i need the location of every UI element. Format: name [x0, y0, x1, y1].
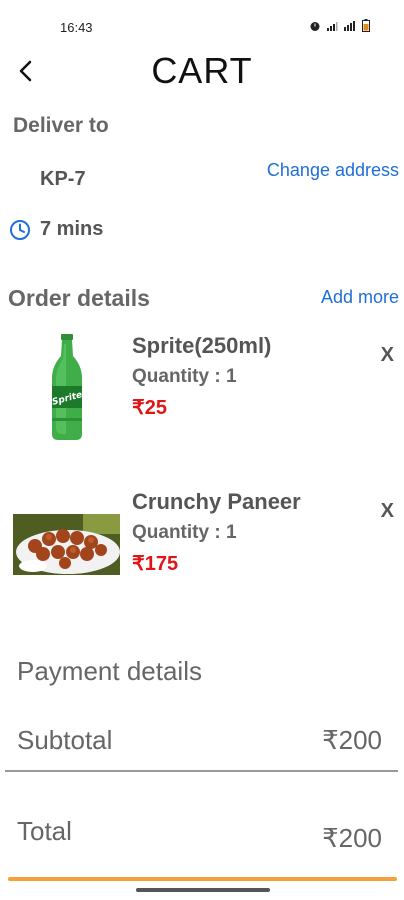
- paneer-dish-image: [13, 514, 120, 575]
- home-indicator[interactable]: [136, 888, 270, 892]
- accent-bar: [8, 877, 397, 881]
- delivery-address: KP-7: [40, 168, 86, 190]
- payment-details-label: Payment details: [17, 656, 202, 686]
- total-value: ₹200: [322, 823, 382, 853]
- alarm-icon: [310, 21, 320, 31]
- subtotal-label: Subtotal: [17, 725, 113, 755]
- remove-item-button[interactable]: X: [381, 500, 394, 523]
- clock-icon: [10, 220, 30, 240]
- item-name: Crunchy Paneer: [132, 489, 301, 514]
- status-icons: [309, 19, 370, 32]
- remove-item-button[interactable]: X: [381, 344, 394, 367]
- order-details-label: Order details: [8, 285, 150, 311]
- sprite-bottle-image: Sprite: [44, 334, 90, 442]
- wifi-icon: [344, 20, 355, 31]
- item-quantity: Quantity : 1: [132, 522, 237, 543]
- battery-icon: [362, 19, 370, 32]
- add-more-link[interactable]: Add more: [321, 287, 399, 308]
- page-title: CART: [151, 50, 253, 91]
- delivery-eta: 7 mins: [40, 218, 104, 240]
- signal-icon: [327, 21, 338, 31]
- divider: [5, 770, 398, 772]
- status-time: 16:43: [60, 20, 93, 35]
- item-price: ₹175: [132, 553, 179, 575]
- item-price: ₹25: [132, 397, 167, 419]
- subtotal-value: ₹200: [322, 725, 382, 755]
- deliver-to-label: Deliver to: [13, 114, 109, 137]
- total-label: Total: [17, 816, 72, 846]
- item-quantity: Quantity : 1: [132, 366, 237, 387]
- change-address-link[interactable]: Change address: [267, 160, 399, 181]
- item-name: Sprite(250ml): [132, 333, 272, 358]
